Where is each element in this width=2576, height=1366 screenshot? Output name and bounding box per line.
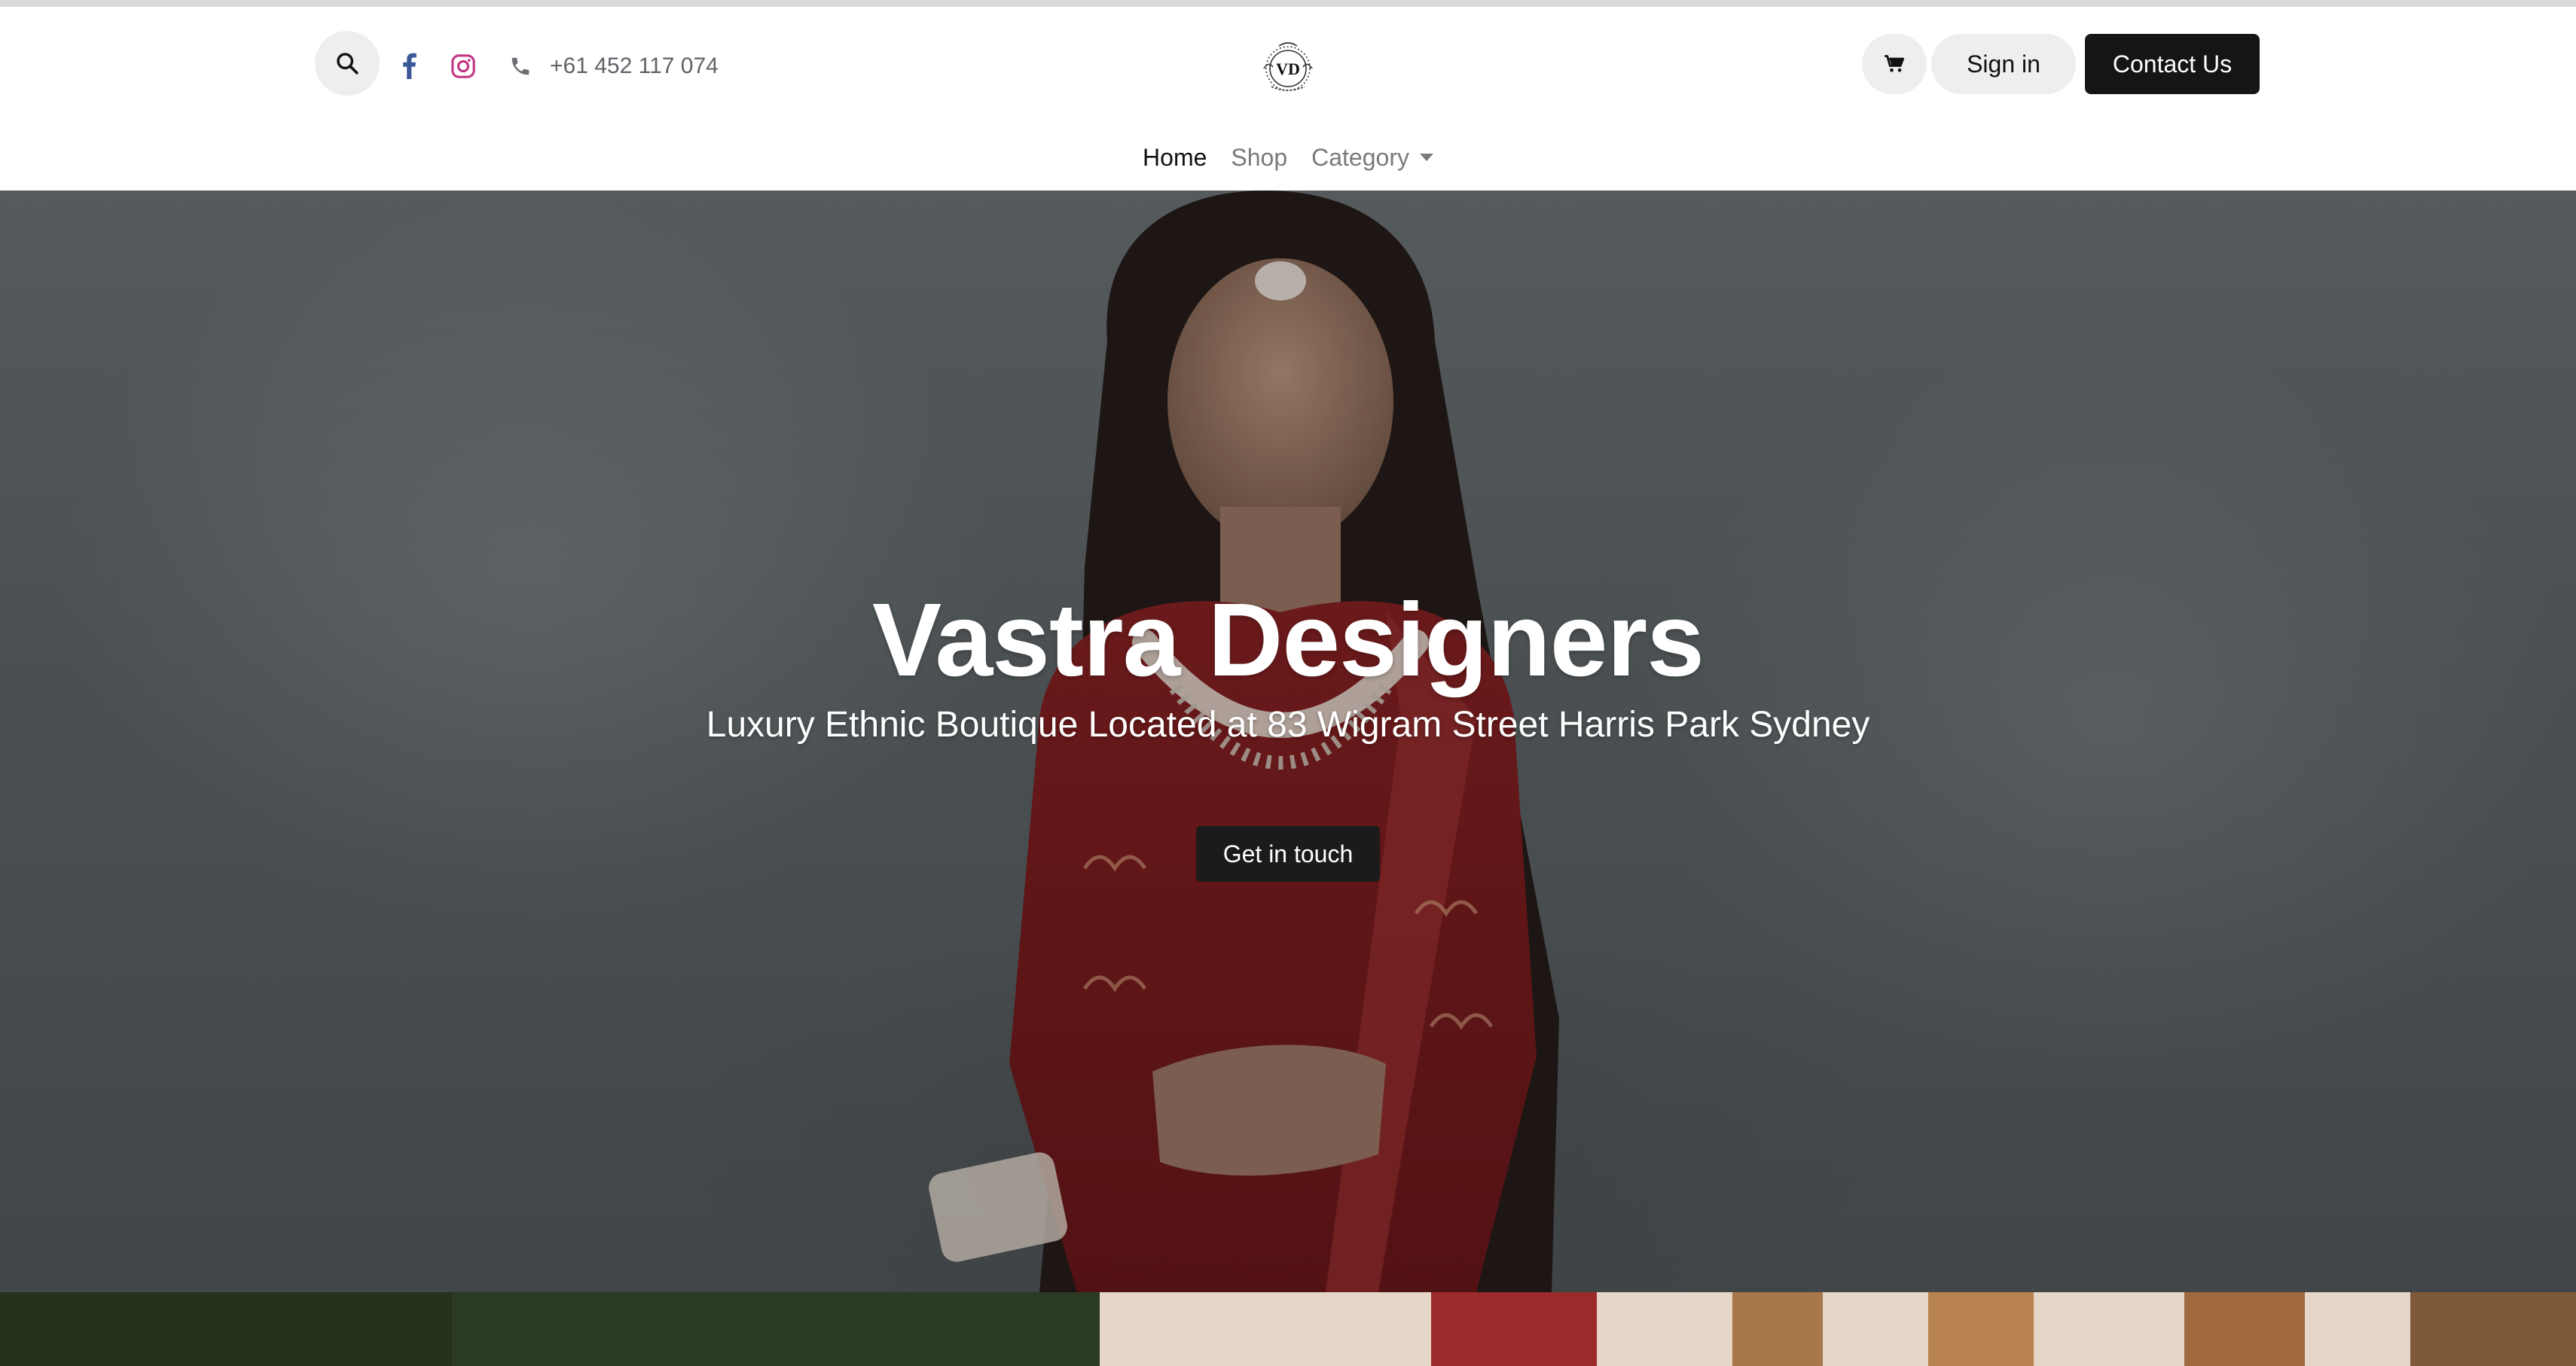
facebook-icon[interactable] bbox=[399, 52, 419, 79]
instagram-icon[interactable] bbox=[450, 53, 476, 79]
search-button[interactable] bbox=[315, 31, 380, 96]
contact-us-button[interactable]: Contact Us bbox=[2085, 34, 2260, 94]
cart-button[interactable] bbox=[1862, 34, 1927, 94]
main-nav: Home Shop Category bbox=[0, 133, 2576, 181]
phone-number[interactable]: +61 452 117 074 bbox=[550, 53, 719, 79]
get-in-touch-button[interactable]: Get in touch bbox=[1196, 826, 1380, 882]
nav-item-category[interactable]: Category bbox=[1311, 144, 1433, 172]
nav-item-category-label: Category bbox=[1311, 143, 1409, 171]
search-icon bbox=[337, 53, 359, 75]
next-section-image-strip bbox=[0, 1292, 2576, 1366]
sign-in-button[interactable]: Sign in bbox=[1931, 34, 2076, 94]
brand-logo[interactable]: VD bbox=[1249, 38, 1327, 99]
hero-title: Vastra Designers bbox=[872, 582, 1705, 698]
nav-item-home[interactable]: Home bbox=[1143, 144, 1207, 172]
hero-section: Vastra Designers Luxury Ethnic Boutique … bbox=[0, 191, 2576, 1292]
nav-item-shop[interactable]: Shop bbox=[1231, 144, 1287, 172]
browser-top-border bbox=[0, 0, 2576, 7]
logo-monogram: VD bbox=[1276, 59, 1300, 78]
phone-icon bbox=[511, 57, 530, 75]
hero-subtitle: Luxury Ethnic Boutique Located at 83 Wig… bbox=[706, 705, 1870, 745]
chevron-down-icon bbox=[1419, 154, 1433, 161]
cart-icon bbox=[1885, 55, 1905, 72]
site-header: +61 452 117 074 VD Sign in Contact Us Ho… bbox=[0, 7, 2576, 191]
